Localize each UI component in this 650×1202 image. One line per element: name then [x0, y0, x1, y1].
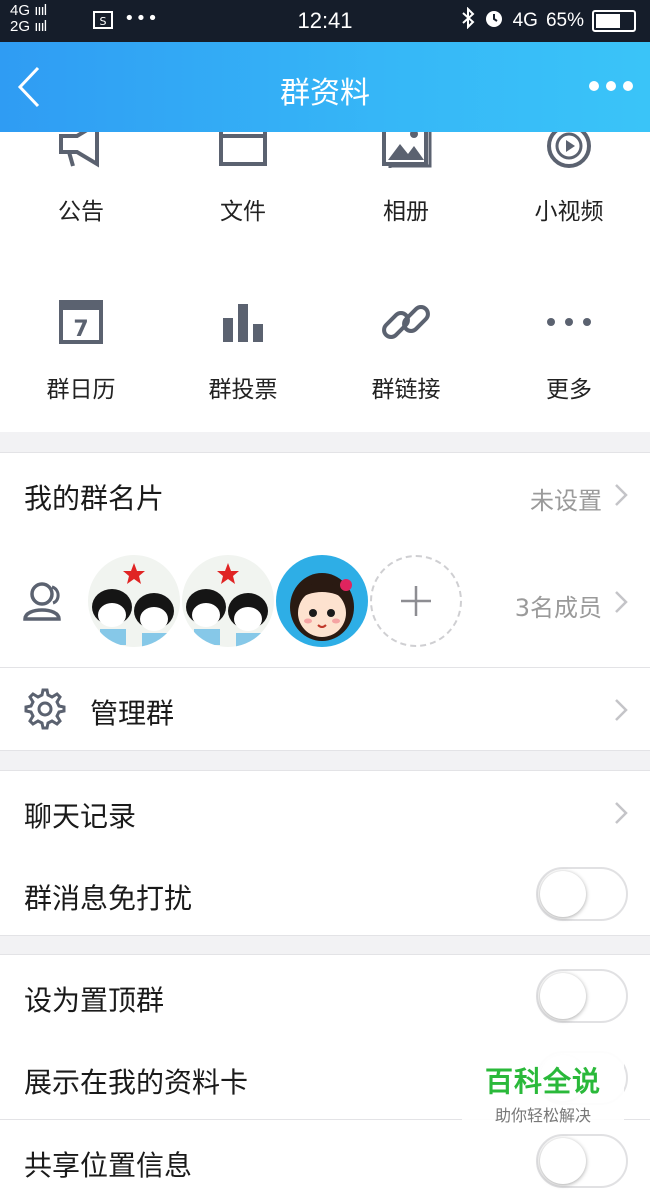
pin-top-toggle[interactable] — [536, 969, 628, 1023]
watermark-subtitle: 助你轻松解决 — [494, 1106, 591, 1125]
bluetooth-icon — [461, 6, 475, 35]
chevron-right-icon — [615, 699, 628, 721]
member-avatar[interactable] — [276, 555, 368, 647]
show-in-profile-label: 展示在我的资料卡 — [24, 1066, 249, 1099]
group-card-label: 我的群名片 — [24, 482, 165, 515]
page-title: 群资料 — [280, 76, 370, 111]
link-icon — [382, 305, 430, 339]
watermark: 百科全说 助你轻松解决 — [462, 1046, 624, 1128]
share-location-label: 共享位置信息 — [24, 1149, 193, 1182]
pin-top-label: 设为置顶群 — [24, 984, 165, 1017]
do-not-disturb-row: 群消息免打扰 — [0, 853, 650, 936]
status-bar: 4G ıııl 2G ıııl S ••• 12:41 4G 65% — [0, 0, 650, 42]
members-row[interactable]: 3名成员 — [0, 535, 650, 668]
group-card-row[interactable]: 我的群名片 未设置 — [0, 452, 650, 536]
chevron-right-icon — [615, 591, 628, 613]
chevron-right-icon — [615, 802, 628, 824]
more-dots-icon[interactable] — [588, 74, 634, 98]
member-avatar[interactable] — [182, 555, 274, 647]
feature-more[interactable]: 更多 — [488, 292, 650, 404]
feature-label: 群投票 — [208, 377, 278, 403]
manage-group-row[interactable]: 管理群 — [0, 668, 650, 751]
chat-history-label: 聊天记录 — [24, 800, 137, 833]
battery-text: 65% — [545, 10, 584, 31]
feature-label: 更多 — [546, 377, 592, 403]
share-location-toggle[interactable] — [536, 1134, 628, 1188]
feature-label: 群链接 — [371, 377, 441, 403]
pin-top-row: 设为置顶群 — [0, 954, 650, 1038]
feature-calendar[interactable]: 7 群日历 — [0, 292, 162, 404]
battery-icon — [592, 10, 636, 32]
do-not-disturb-toggle[interactable] — [536, 867, 628, 921]
member-avatar[interactable] — [88, 555, 180, 647]
status-right: 4G 65% — [461, 6, 636, 35]
share-location-row: 共享位置信息 — [0, 1120, 650, 1202]
calendar-icon: 7 — [59, 300, 103, 344]
calendar-day: 7 — [73, 317, 88, 342]
members-icon — [23, 582, 61, 621]
vote-icon — [223, 304, 263, 342]
feature-label: 小视频 — [534, 199, 604, 225]
watermark-title: 百科全说 — [484, 1065, 601, 1098]
do-not-disturb-label: 群消息免打扰 — [24, 882, 193, 915]
feature-vote[interactable]: 群投票 — [162, 292, 324, 404]
feature-label: 相册 — [383, 199, 429, 225]
feature-label: 公告 — [58, 199, 104, 225]
chat-history-row[interactable]: 聊天记录 — [0, 770, 650, 854]
manage-group-label: 管理群 — [90, 697, 175, 730]
group-card-value: 未设置 — [530, 487, 602, 515]
chevron-right-icon — [615, 484, 628, 506]
feature-label: 文件 — [220, 199, 266, 225]
more-icon — [547, 318, 591, 326]
alarm-icon — [483, 7, 505, 35]
navbar: 群资料 — [0, 42, 650, 132]
plus-icon — [401, 586, 431, 616]
feature-link[interactable]: 群链接 — [325, 292, 487, 404]
feature-label: 群日历 — [46, 377, 116, 403]
add-member-button[interactable] — [370, 555, 462, 647]
data-network: 4G — [512, 10, 538, 31]
gear-icon — [24, 688, 66, 730]
member-count: 3名成员 — [514, 594, 602, 622]
feature-grid: 公告 文件 相册 小视频 7 群日历 群投票 群链接 更多 — [0, 110, 650, 432]
